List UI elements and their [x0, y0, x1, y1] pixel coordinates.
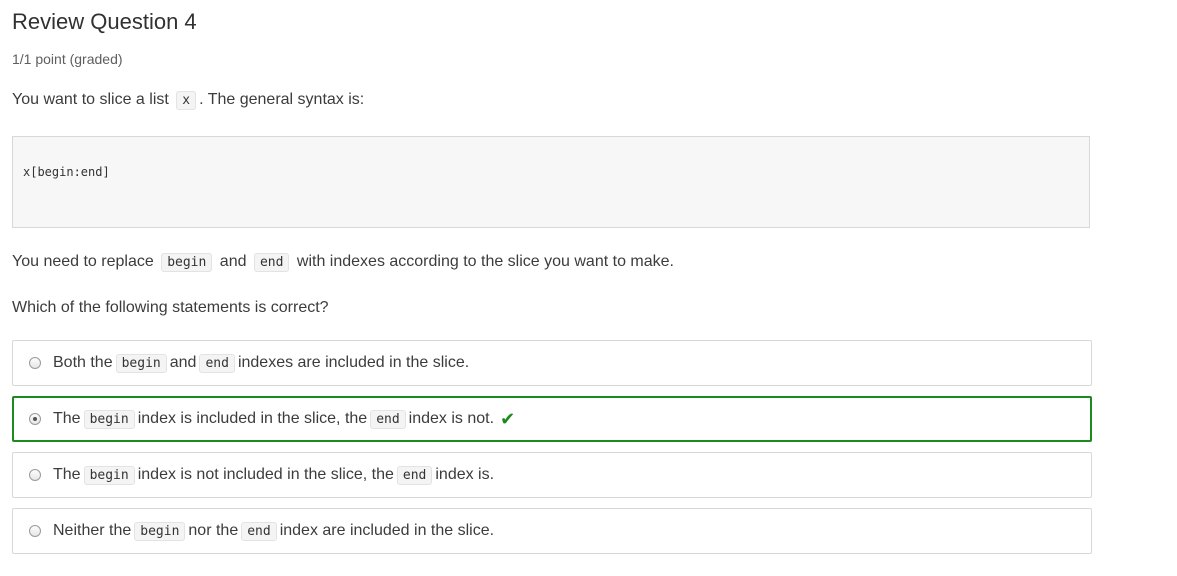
inline-code-end: end: [396, 465, 433, 485]
inline-code-end: end: [241, 521, 277, 541]
inline-code-begin: begin: [161, 253, 213, 272]
problem-points: 1/1 point (graded): [12, 51, 123, 67]
replace-text: You need to replace begin and end with i…: [12, 253, 674, 272]
choice-text: Neither the: [53, 522, 132, 539]
inline-code-end: end: [370, 409, 406, 429]
choice-text: The: [53, 410, 81, 427]
choice-text: index is.: [435, 466, 495, 483]
choice-text: Both the: [53, 354, 113, 371]
replace-after: with indexes according to the slice you …: [296, 253, 674, 270]
choice-text: index is not included in the slice, the: [137, 466, 394, 483]
inline-code-begin: begin: [83, 465, 135, 485]
inline-code-x: x: [176, 91, 197, 110]
choice-text: nor the: [188, 522, 239, 539]
choice-text: and: [169, 354, 197, 371]
code-block: x[begin:end]: [12, 136, 1090, 228]
choice-text: index is included in the slice, the: [137, 410, 368, 427]
choice-text: indexes are included in the slice.: [237, 354, 470, 371]
choice-option-2[interactable]: The begin index is included in the slice…: [12, 396, 1092, 442]
radio-button-selected[interactable]: [29, 413, 41, 425]
replace-before: You need to replace: [12, 253, 154, 270]
inline-code-end: end: [199, 353, 235, 373]
choice-option-4[interactable]: Neither the begin nor the end index are …: [12, 508, 1092, 554]
question-text: Which of the following statements is cor…: [12, 299, 329, 316]
choice-text: index is not.: [408, 410, 495, 427]
replace-mid: and: [219, 253, 247, 270]
intro-before: You want to slice a list: [12, 91, 169, 108]
choice-option-3[interactable]: The begin index is not included in the s…: [12, 452, 1092, 498]
problem-title: Review Question 4: [12, 9, 197, 34]
intro-after: . The general syntax is:: [199, 91, 365, 108]
choice-text: The: [53, 466, 81, 483]
radio-button[interactable]: [29, 469, 41, 481]
checkmark-icon: ✔: [500, 408, 516, 429]
intro-text: You want to slice a list x. The general …: [12, 91, 365, 110]
choice-option-1[interactable]: Both the begin and end indexes are inclu…: [12, 340, 1092, 386]
inline-code-begin: begin: [134, 521, 186, 541]
inline-code-end: end: [253, 253, 290, 272]
radio-button[interactable]: [29, 357, 41, 369]
inline-code-begin: begin: [83, 409, 135, 429]
inline-code-begin: begin: [115, 353, 167, 373]
radio-button[interactable]: [29, 525, 41, 537]
choice-text: index are included in the slice.: [279, 522, 495, 539]
problem-container: Review Question 4 1/1 point (graded) You…: [0, 0, 1177, 576]
